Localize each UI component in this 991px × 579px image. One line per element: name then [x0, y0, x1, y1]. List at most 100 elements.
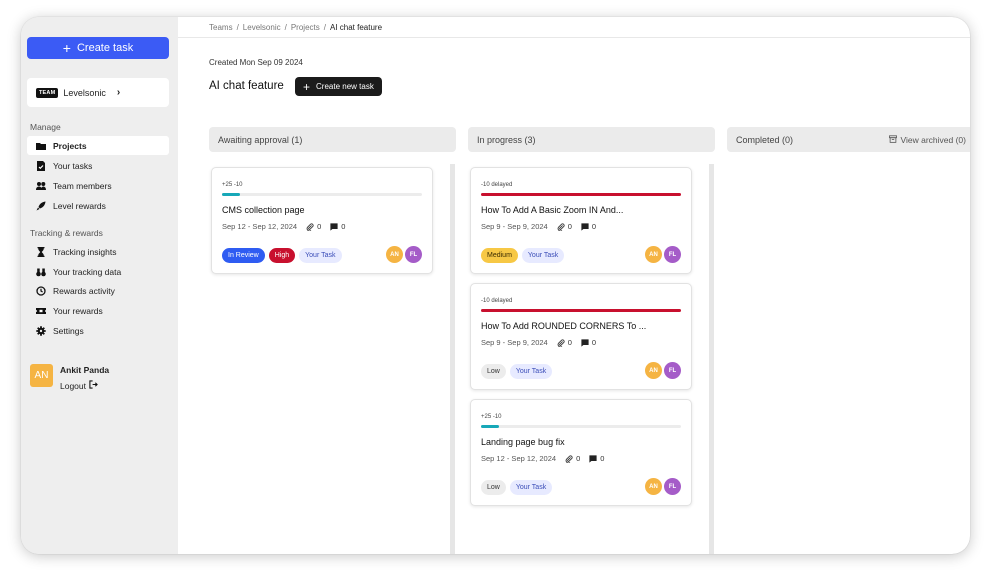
paperclip-icon [565, 454, 573, 463]
avatar: FL [664, 478, 681, 495]
user-profile: AN Ankit Panda Logout [30, 364, 109, 391]
avatar: FL [664, 362, 681, 379]
comments-count: 0 [330, 222, 345, 231]
task-dates: Sep 12 - Sep 12, 2024 [222, 222, 298, 231]
owner-badge: Your Task [509, 364, 553, 379]
sidebar-item-label: Projects [53, 140, 87, 151]
column-title: In progress (3) [477, 134, 536, 145]
create-task-label: Create task [76, 42, 134, 54]
chevron-right-icon: › [116, 87, 121, 98]
task-details: Sep 12 - Sep 12, 2024 0 0 [481, 454, 604, 463]
archive-icon [889, 134, 898, 145]
comment-icon [589, 454, 597, 463]
assignees: AN FL [645, 478, 681, 495]
paperclip-icon [306, 222, 314, 231]
sidebar-item-label: Settings [53, 325, 84, 336]
sidebar-item-your-rewards[interactable]: Your rewards [27, 301, 169, 320]
logout-button[interactable]: Logout [60, 380, 109, 391]
breadcrumb-teams[interactable]: Teams [209, 23, 233, 32]
column-header-completed: Completed (0) View archived (0) [727, 127, 970, 152]
team-name: Levelsonic [63, 87, 106, 98]
comments-count: 0 [581, 222, 596, 231]
task-dates: Sep 9 - Sep 9, 2024 [481, 338, 548, 347]
avatar: AN [30, 364, 53, 387]
sidebar-item-your-tasks[interactable]: Your tasks [27, 156, 169, 175]
owner-badge: Your Task [521, 248, 565, 263]
comment-icon [581, 338, 589, 347]
sidebar-item-rewards-activity[interactable]: Rewards activity [27, 281, 169, 300]
plus-icon: + [303, 79, 311, 94]
task-dates: Sep 9 - Sep 9, 2024 [481, 222, 548, 231]
priority-badge: Medium [481, 248, 518, 263]
progress-bar [481, 193, 681, 196]
avatar: AN [645, 478, 662, 495]
sidebar-item-tracking-insights[interactable]: Tracking insights [27, 242, 169, 261]
task-doc-icon [36, 160, 46, 171]
comment-icon [330, 222, 338, 231]
task-card-basic-zoom[interactable]: -10 delayed How To Add A Basic Zoom IN A… [470, 167, 692, 274]
column-title: Awaiting approval (1) [218, 134, 303, 145]
logout-label: Logout [60, 380, 86, 391]
task-card-rounded-corners[interactable]: -10 delayed How To Add ROUNDED CORNERS T… [470, 283, 692, 390]
breadcrumb-separator: / [284, 22, 287, 32]
sidebar-item-label: Level rewards [53, 200, 106, 211]
binoculars-icon [36, 267, 46, 277]
view-archived-button[interactable]: View archived (0) [889, 135, 966, 145]
progress-fill [481, 309, 681, 312]
page-title: AI chat feature [209, 80, 284, 92]
create-new-task-button[interactable]: + Create new task [295, 77, 382, 96]
task-details: Sep 9 - Sep 9, 2024 0 0 [481, 222, 596, 231]
points-meta: +25 -10 [222, 182, 243, 188]
sidebar-item-label: Your rewards [53, 305, 103, 316]
task-tags: In Review High Your Task [222, 248, 342, 263]
avatar: AN [645, 246, 662, 263]
owner-badge: Your Task [299, 248, 342, 263]
breadcrumb-projects[interactable]: Projects [291, 23, 320, 32]
avatar: FL [405, 246, 422, 263]
column-title: Completed (0) [736, 134, 794, 145]
breadcrumb-team[interactable]: Levelsonic [243, 23, 281, 32]
created-date: Created Mon Sep 09 2024 [209, 58, 303, 67]
sidebar-item-settings[interactable]: Settings [27, 321, 169, 340]
comments-count: 0 [581, 338, 596, 347]
priority-badge: Low [481, 364, 506, 379]
priority-badge: High [268, 248, 296, 263]
task-title: How To Add ROUNDED CORNERS To ... [481, 321, 647, 331]
breadcrumb-separator: / [323, 22, 326, 32]
plus-icon: + [62, 40, 71, 56]
task-tags: Low Your Task [481, 480, 553, 495]
progress-bar [481, 425, 681, 428]
task-card-cms-collection[interactable]: +25 -10 CMS collection page Sep 12 - Sep… [211, 167, 433, 274]
progress-bar [481, 309, 681, 312]
sidebar-item-projects[interactable]: Projects [27, 136, 169, 155]
sidebar-item-label: Rewards activity [53, 285, 115, 296]
task-title: CMS collection page [222, 205, 305, 215]
priority-badge: Low [481, 480, 506, 495]
task-card-landing-page-bug[interactable]: +25 -10 Landing page bug fix Sep 12 - Se… [470, 399, 692, 506]
column-header-awaiting-approval: Awaiting approval (1) [209, 127, 456, 152]
attachments-count: 0 [565, 454, 580, 463]
owner-badge: Your Task [509, 480, 553, 495]
tracking-section-title: Tracking & rewards [30, 228, 103, 238]
avatar: FL [664, 246, 681, 263]
sidebar-item-your-tracking-data[interactable]: Your tracking data [27, 262, 169, 281]
column-header-in-progress: In progress (3) [468, 127, 715, 152]
task-tags: Low Your Task [481, 364, 553, 379]
sidebar-item-label: Team members [53, 180, 112, 191]
task-details: Sep 9 - Sep 9, 2024 0 0 [481, 338, 596, 347]
sidebar-item-level-rewards[interactable]: Level rewards [27, 196, 169, 215]
task-details: Sep 12 - Sep 12, 2024 0 0 [222, 222, 345, 231]
paperclip-icon [557, 338, 565, 347]
manage-section-title: Manage [30, 122, 61, 132]
column-divider [709, 164, 714, 554]
ticket-icon [36, 306, 46, 316]
view-archived-label: View archived (0) [900, 134, 966, 145]
create-task-button[interactable]: + Create task [27, 37, 169, 59]
points-meta: +25 -10 [481, 414, 502, 420]
sidebar-item-team-members[interactable]: Team members [27, 176, 169, 195]
team-icon [36, 181, 46, 191]
progress-fill [481, 425, 499, 428]
avatar: AN [386, 246, 403, 263]
comment-icon [581, 222, 589, 231]
team-switcher[interactable]: TEAM Levelsonic › [27, 78, 169, 107]
